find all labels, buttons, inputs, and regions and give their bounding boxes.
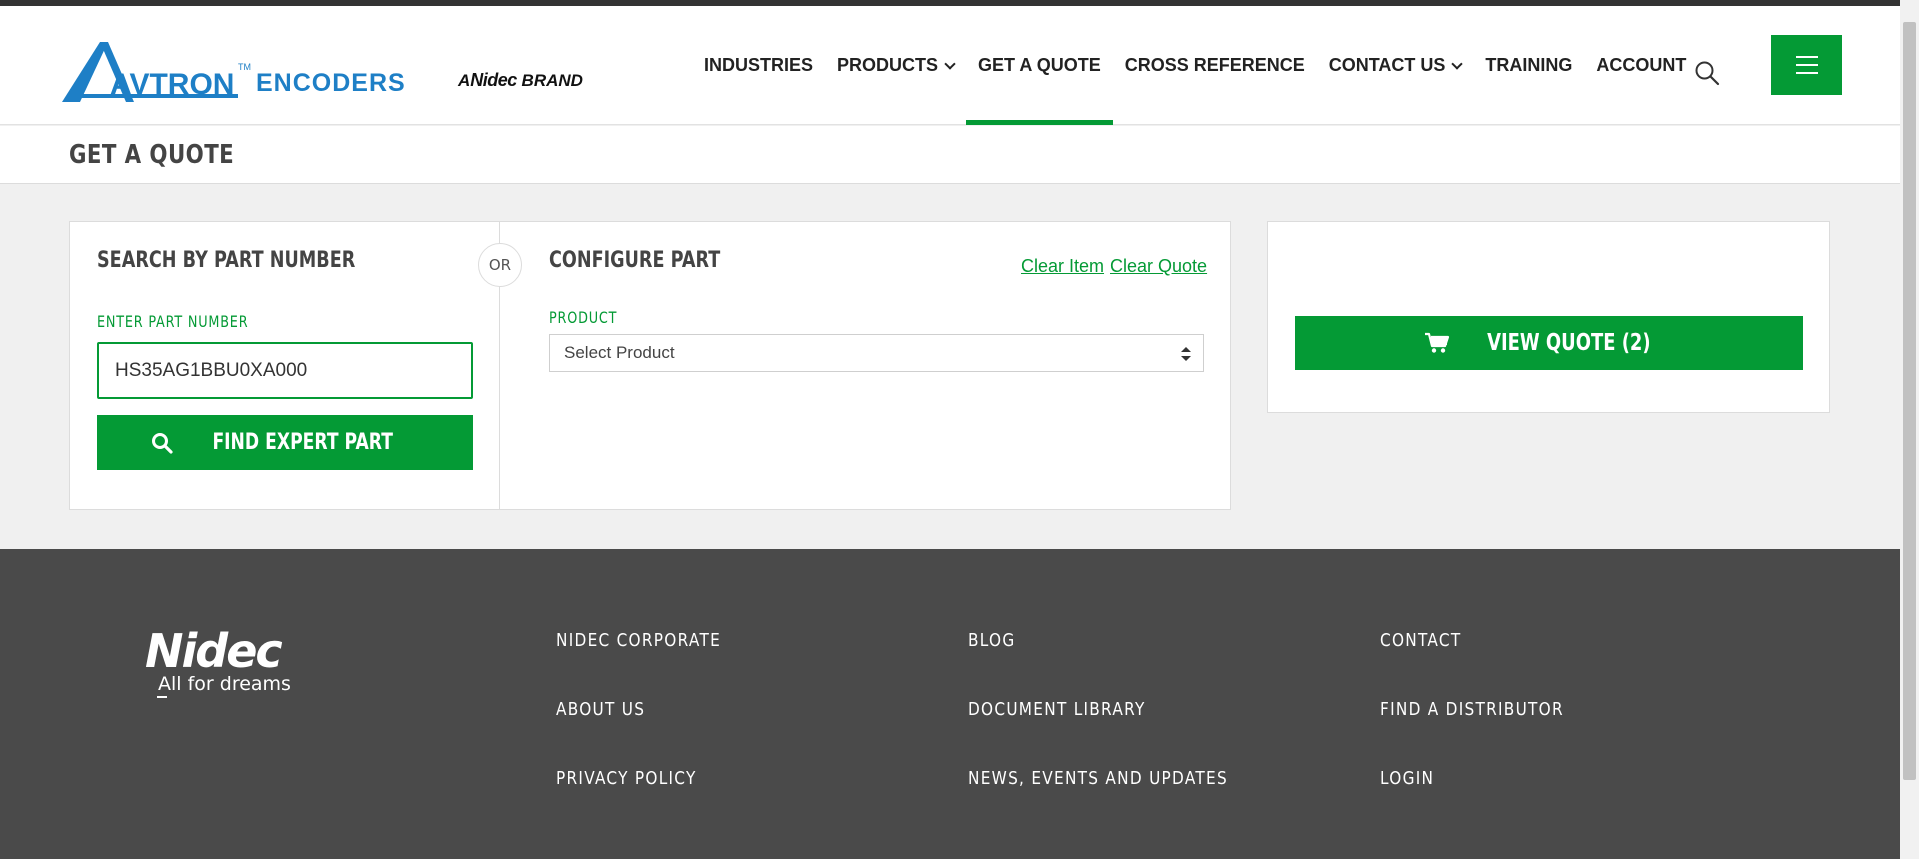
nav-cross-reference[interactable]: CROSS REFERENCE <box>1113 6 1317 125</box>
nidec-logo[interactable]: Nidec <box>145 625 335 715</box>
main-nav: INDUSTRIES PRODUCTS GET A QUOTE CROSS RE… <box>692 6 1698 125</box>
brand-tag-nidec: Nidec <box>470 70 517 90</box>
or-separator: OR <box>478 243 522 287</box>
nav-account-label: ACCOUNT <box>1596 55 1687 75</box>
footer-link-contact[interactable]: CONTACT <box>1380 630 1461 651</box>
chevron-down-icon <box>944 57 956 70</box>
quote-summary-card: VIEW QUOTE (2) <box>1267 221 1830 413</box>
nav-products[interactable]: PRODUCTS <box>825 6 966 125</box>
clear-item-link[interactable]: Clear Item <box>1021 256 1104 277</box>
configure-part-heading: CONFIGURE PART <box>549 248 721 273</box>
brand-tag-prefix: A <box>458 71 471 90</box>
logo-avtron-text: AVTRON <box>110 68 234 101</box>
page-title: GET A QUOTE <box>69 140 235 170</box>
select-arrows-icon <box>1181 347 1191 361</box>
menu-bar <box>1795 72 1818 74</box>
nav-training[interactable]: TRAINING <box>1473 6 1584 125</box>
nav-account[interactable]: ACCOUNT <box>1584 6 1698 125</box>
clear-quote-link[interactable]: Clear Quote <box>1110 256 1207 277</box>
product-label: PRODUCT <box>549 308 618 327</box>
cart-icon <box>1425 332 1450 353</box>
nav-contact-us-label: CONTACT US <box>1328 55 1446 75</box>
view-quote-label: VIEW QUOTE (2) <box>1487 330 1651 356</box>
search-icon <box>152 432 173 454</box>
footer-link-news-events[interactable]: NEWS, EVENTS AND UPDATES <box>968 768 1228 789</box>
nav-training-label: TRAINING <box>1485 55 1573 75</box>
footer-link-login[interactable]: LOGIN <box>1380 768 1434 789</box>
page-title-bar: GET A QUOTE <box>0 126 1900 184</box>
footer-link-privacy-policy[interactable]: PRIVACY POLICY <box>556 768 697 789</box>
logo-encoders-text: ENCODERS <box>256 69 406 97</box>
product-select[interactable]: Select Product <box>549 334 1204 372</box>
site-footer: Nidec All for dreams NIDEC CORPORATE ABO… <box>0 549 1900 859</box>
chevron-down-icon <box>1451 57 1464 70</box>
avtron-encoders-logo[interactable]: AVTRON TM ENCODERS <box>60 36 440 102</box>
footer-link-blog[interactable]: BLOG <box>968 630 1015 651</box>
nav-get-a-quote-label: GET A QUOTE <box>978 55 1101 75</box>
view-quote-button[interactable]: VIEW QUOTE (2) <box>1295 316 1803 370</box>
nidec-logo-text: Nidec <box>145 625 282 678</box>
nav-industries-label: INDUSTRIES <box>704 55 814 75</box>
part-number-label: ENTER PART NUMBER <box>97 312 249 331</box>
find-expert-part-label: FIND EXPERT PART <box>212 430 394 455</box>
product-select-value: Select Product <box>564 343 675 362</box>
quote-form-card: SEARCH BY PART NUMBER ENTER PART NUMBER … <box>69 221 1231 510</box>
nav-contact-us[interactable]: CONTACT US <box>1317 6 1474 125</box>
footer-link-nidec-corporate[interactable]: NIDEC CORPORATE <box>556 630 721 651</box>
page-scrollbar[interactable] <box>1900 0 1919 859</box>
site-header: AVTRON TM ENCODERS ANidec BRAND INDUSTRI… <box>0 6 1900 125</box>
or-text: OR <box>488 256 512 274</box>
menu-bar <box>1795 56 1818 58</box>
nav-industries[interactable]: INDUSTRIES <box>692 6 825 125</box>
footer-link-about-us[interactable]: ABOUT US <box>556 699 645 720</box>
nav-products-label: PRODUCTS <box>837 55 939 75</box>
find-expert-part-button[interactable]: FIND EXPERT PART <box>97 415 473 470</box>
footer-link-find-distributor[interactable]: FIND A DISTRIBUTOR <box>1380 699 1564 720</box>
search-by-part-heading: SEARCH BY PART NUMBER <box>97 248 356 273</box>
brand-tag-suffix: BRAND <box>516 71 583 90</box>
search-icon[interactable] <box>1694 60 1720 86</box>
scrollbar-thumb[interactable] <box>1903 22 1916 780</box>
nidec-brand-tag: ANidec BRAND <box>458 70 583 91</box>
logo-tm-text: TM <box>238 62 251 72</box>
nav-get-a-quote[interactable]: GET A QUOTE <box>966 6 1113 125</box>
hamburger-menu-button[interactable] <box>1771 35 1842 95</box>
nav-cross-reference-label: CROSS REFERENCE <box>1124 55 1305 75</box>
footer-tagline: All for dreams <box>158 673 291 695</box>
menu-bar <box>1795 64 1818 66</box>
footer-link-document-library[interactable]: DOCUMENT LIBRARY <box>968 699 1146 720</box>
part-number-input[interactable] <box>97 342 473 399</box>
